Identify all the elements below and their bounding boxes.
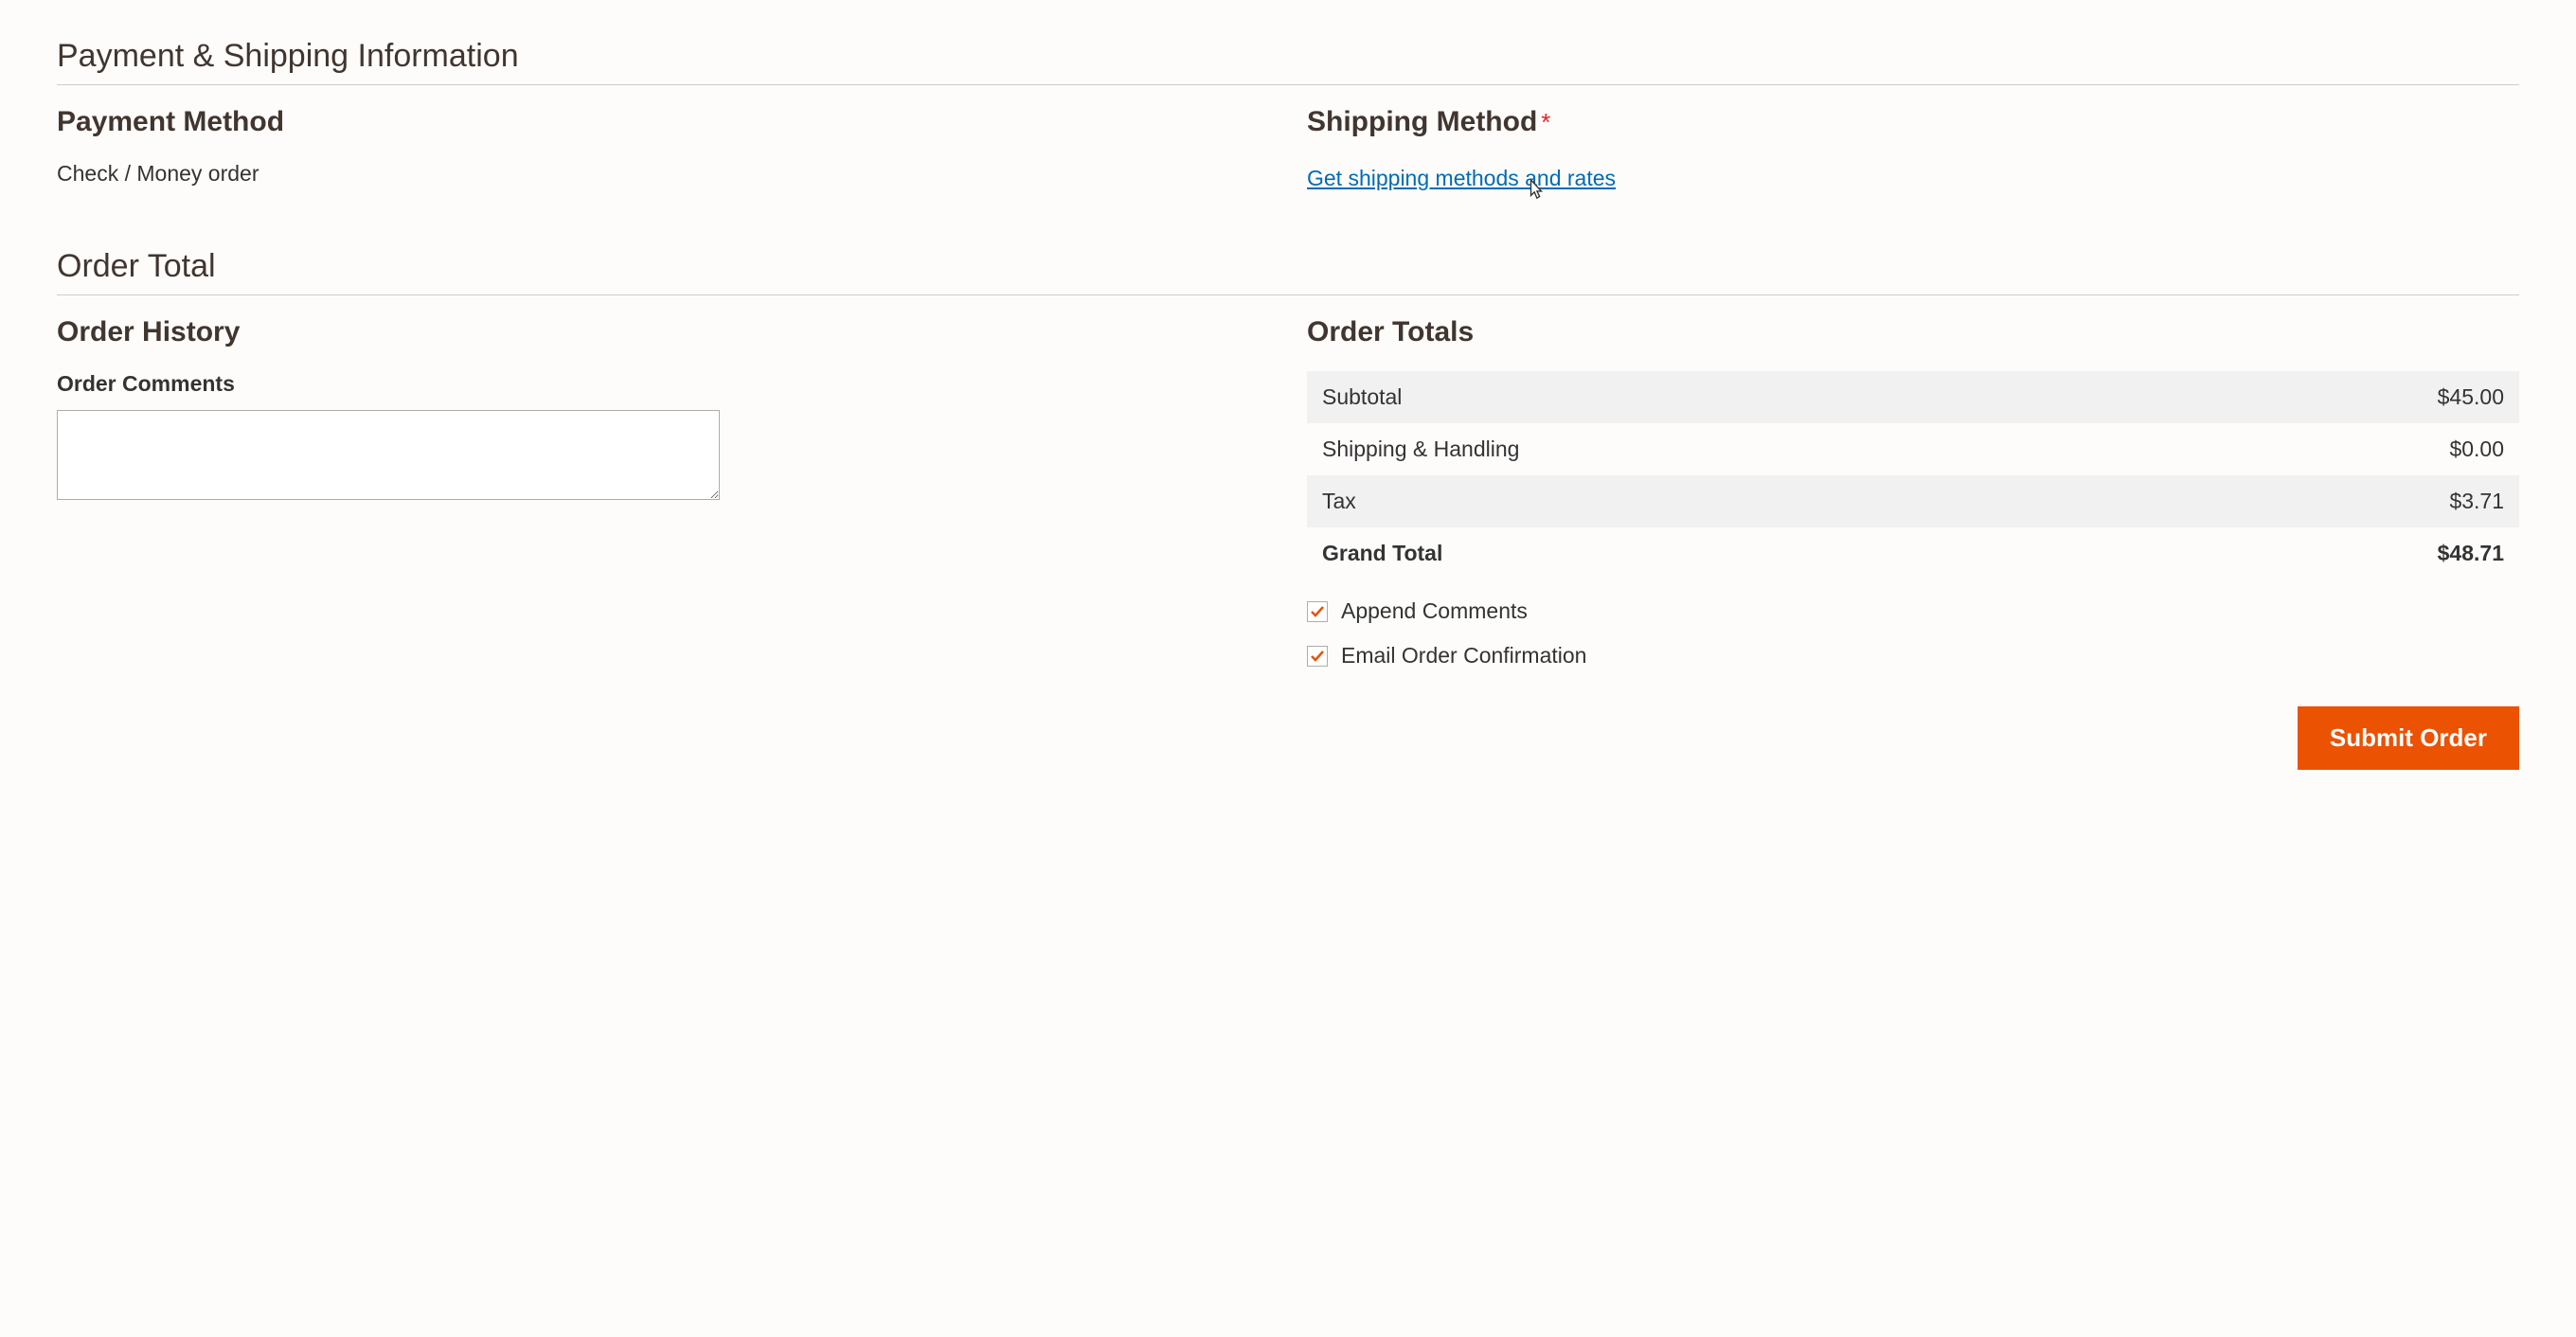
get-shipping-methods-link[interactable]: Get shipping methods and rates <box>1307 166 1616 191</box>
shipping-method-heading: Shipping Method* <box>1307 106 2519 138</box>
shipping-handling-value: $0.00 <box>2157 423 2519 475</box>
order-total-section-title: Order Total <box>57 248 2519 295</box>
shipping-method-col: Shipping Method* Get shipping methods an… <box>1307 106 2519 191</box>
email-confirmation-label: Email Order Confirmation <box>1341 643 1586 668</box>
submit-order-button[interactable]: Submit Order <box>2298 706 2519 770</box>
required-star-icon: * <box>1541 108 1550 136</box>
check-icon <box>1310 604 1325 619</box>
table-row: Grand Total $48.71 <box>1307 527 2519 579</box>
payment-method-value: Check / Money order <box>57 161 1269 187</box>
append-comments-label: Append Comments <box>1341 598 1528 624</box>
payment-shipping-row: Payment Method Check / Money order Shipp… <box>57 106 2519 191</box>
table-row: Subtotal $45.00 <box>1307 371 2519 423</box>
append-comments-row: Append Comments <box>1307 598 2519 624</box>
payment-method-col: Payment Method Check / Money order <box>57 106 1269 191</box>
check-icon <box>1310 649 1325 664</box>
grand-total-label: Grand Total <box>1307 527 2157 579</box>
tax-label: Tax <box>1307 475 2157 527</box>
subtotal-label: Subtotal <box>1307 371 2157 423</box>
tax-value: $3.71 <box>2157 475 2519 527</box>
order-total-row: Order History Order Comments Order Total… <box>57 316 2519 770</box>
order-history-col: Order History Order Comments <box>57 316 1269 770</box>
grand-total-value: $48.71 <box>2157 527 2519 579</box>
payment-method-heading: Payment Method <box>57 106 1269 138</box>
order-history-heading: Order History <box>57 316 1269 348</box>
subtotal-value: $45.00 <box>2157 371 2519 423</box>
order-totals-col: Order Totals Subtotal $45.00 Shipping & … <box>1307 316 2519 770</box>
append-comments-checkbox[interactable] <box>1307 601 1328 622</box>
cursor-pointer-icon <box>1526 178 1547 207</box>
email-confirmation-checkbox[interactable] <box>1307 646 1328 667</box>
order-comments-label: Order Comments <box>57 371 1269 397</box>
table-row: Tax $3.71 <box>1307 475 2519 527</box>
order-totals-table: Subtotal $45.00 Shipping & Handling $0.0… <box>1307 371 2519 579</box>
email-confirmation-row: Email Order Confirmation <box>1307 643 2519 668</box>
payment-shipping-section-title: Payment & Shipping Information <box>57 38 2519 85</box>
shipping-method-heading-text: Shipping Method <box>1307 106 1537 137</box>
order-comments-textarea[interactable] <box>57 410 720 500</box>
table-row: Shipping & Handling $0.00 <box>1307 423 2519 475</box>
order-totals-heading: Order Totals <box>1307 316 2519 348</box>
submit-row: Submit Order <box>1307 706 2519 770</box>
shipping-handling-label: Shipping & Handling <box>1307 423 2157 475</box>
